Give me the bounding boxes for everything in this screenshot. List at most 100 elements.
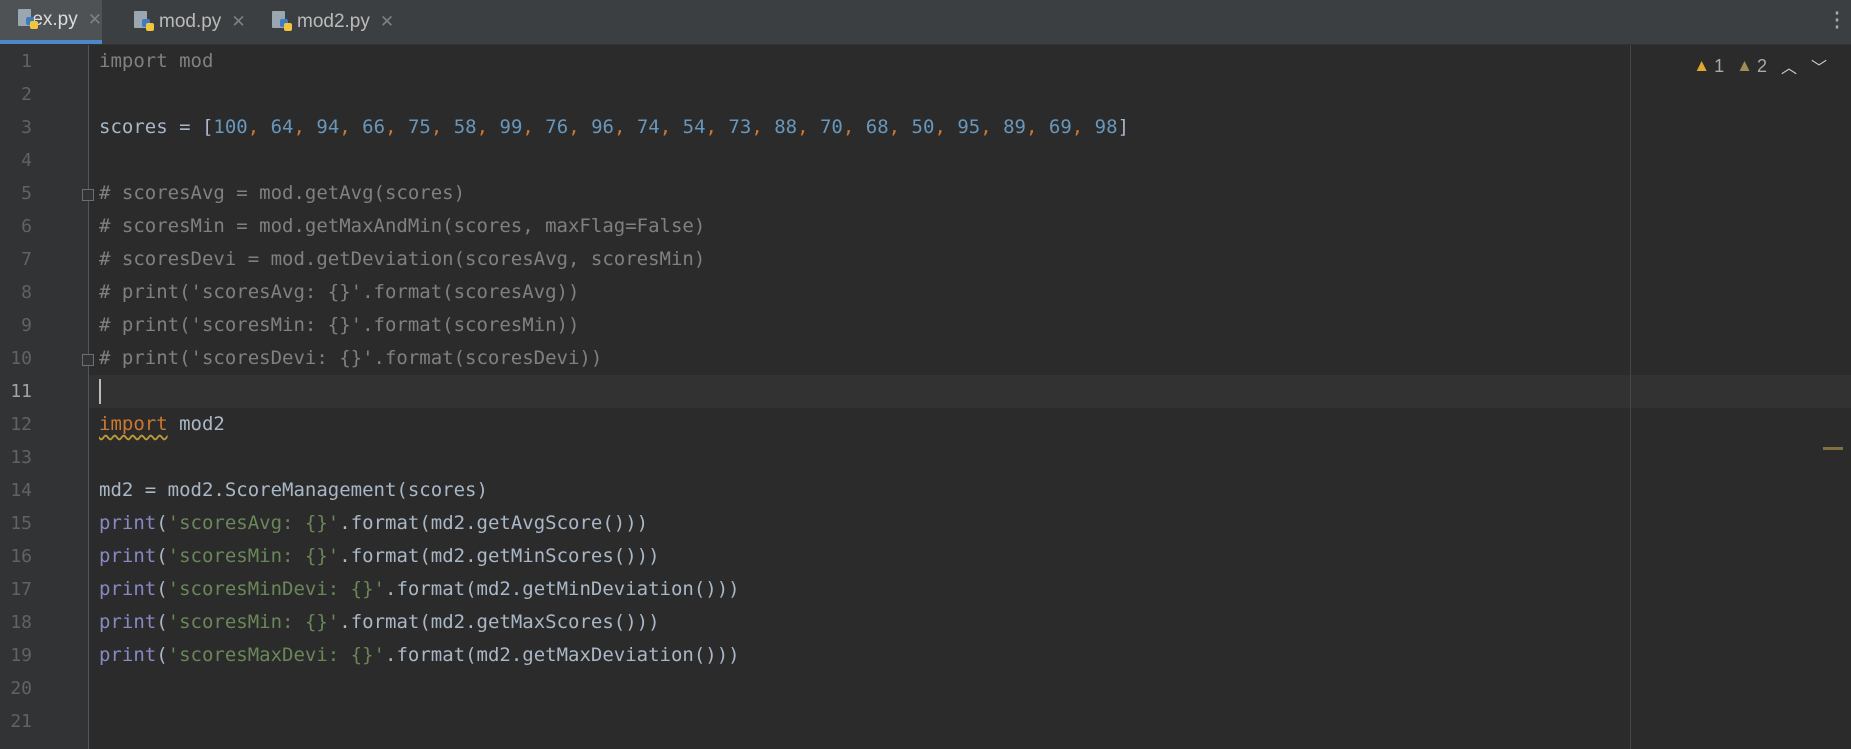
builtin-token: print	[99, 578, 157, 600]
code-line-9: # print('scoresMin: {}'.format(scoresMin…	[99, 314, 580, 336]
code-line-15: print('scoresAvg: {}'.format(md2.getAvgS…	[99, 507, 648, 540]
close-icon[interactable]: ✕	[88, 10, 102, 30]
builtin-token: print	[99, 611, 157, 633]
number-token: 96	[591, 116, 614, 138]
code-token: .format(md2.getMaxScores()))	[339, 611, 660, 633]
comma-token: ,	[522, 116, 546, 138]
tab-mod2-py[interactable]: mod2.py ✕	[254, 0, 404, 44]
comma-token: ,	[430, 116, 454, 138]
line-number: 9	[21, 315, 32, 336]
comma-token: ,	[980, 116, 1004, 138]
chevron-up-icon[interactable]: ︿	[1781, 54, 1797, 78]
comma-token: ,	[797, 116, 820, 138]
comma-token: ,	[476, 116, 500, 138]
comma-token: ,	[1026, 116, 1049, 138]
line-number: 20	[10, 678, 32, 699]
warning-count: 1	[1714, 55, 1725, 76]
comma-token: ,	[293, 116, 317, 138]
code-token: mod2	[167, 413, 225, 435]
scrollbar-warning-marker[interactable]	[1823, 447, 1843, 450]
code-token: ]	[1117, 116, 1130, 138]
number-token: 99	[499, 116, 523, 138]
line-number: 4	[21, 150, 32, 171]
number-token: 64	[270, 116, 294, 138]
code-editor[interactable]: import mod scores = [100, 64, 94, 66, 75…	[89, 45, 1851, 749]
code-line-17: print('scoresMinDevi: {}'.format(md2.get…	[99, 573, 740, 606]
code-token: (	[156, 611, 168, 633]
inspection-widget[interactable]: ▲ 1 ▲ 2 ︿ ﹀	[1693, 54, 1831, 78]
warning-icon[interactable]: ▲	[1693, 56, 1710, 76]
number-token: 66	[362, 116, 386, 138]
comma-token: ,	[751, 116, 775, 138]
weak-warning-icon[interactable]: ▲	[1736, 56, 1753, 76]
close-icon[interactable]: ✕	[231, 12, 245, 32]
right-margin-guide	[1630, 45, 1631, 749]
python-file-icon	[272, 11, 292, 33]
line-number: 16	[10, 546, 32, 567]
comma-token: ,	[339, 116, 363, 138]
number-token: 50	[911, 116, 935, 138]
code-line-7: # scoresDevi = mod.getDeviation(scoresAv…	[99, 248, 706, 270]
builtin-token: print	[99, 545, 157, 567]
close-icon[interactable]: ✕	[380, 12, 394, 32]
code-line-6: # scoresMin = mod.getMaxAndMin(scores, m…	[99, 215, 706, 237]
comma-token: ,	[705, 116, 729, 138]
current-line-highlight	[89, 375, 1851, 408]
comma-token: ,	[659, 116, 683, 138]
code-line-16: print('scoresMin: {}'.format(md2.getMinS…	[99, 540, 660, 573]
number-token: 76	[545, 116, 569, 138]
number-token: 89	[1003, 116, 1026, 138]
weak-warning-count: 2	[1756, 55, 1767, 76]
more-vertical-icon[interactable]: · · ·	[1831, 3, 1843, 37]
line-number: 2	[21, 84, 32, 105]
string-token: 'scoresMinDevi: {}'	[167, 578, 385, 600]
line-number: 18	[10, 612, 32, 633]
text-cursor	[99, 379, 101, 404]
code-token: .format(md2.getMinScores()))	[339, 545, 660, 567]
number-list: 100, 64, 94, 66, 75, 58, 99, 76, 96, 74,…	[213, 116, 1117, 138]
line-number: 5	[21, 183, 32, 204]
tab-label: ex.py	[32, 9, 78, 30]
line-number-gutter[interactable]: 1 2 3 4 5 6 7 8 9 10 11 12 13 14 15 16 1…	[0, 45, 94, 749]
comma-token: ,	[1071, 116, 1095, 138]
comma-token: ,	[613, 116, 637, 138]
line-number: 17	[10, 579, 32, 600]
tab-mod-py[interactable]: mod.py ✕	[116, 0, 246, 44]
number-token: 70	[819, 116, 843, 138]
number-token: 68	[865, 116, 889, 138]
code-line-5: # scoresAvg = mod.getAvg(scores)	[99, 182, 466, 204]
code-line-12: import mod2	[99, 408, 225, 441]
code-token: (	[156, 545, 168, 567]
chevron-down-icon[interactable]: ﹀	[1811, 54, 1827, 78]
code-token: .format(md2.getMaxDeviation()))	[385, 644, 740, 666]
python-file-icon	[18, 9, 38, 31]
tab-label: mod2.py	[297, 11, 370, 32]
comma-token: ,	[842, 116, 866, 138]
string-token: 'scoresMaxDevi: {}'	[167, 644, 385, 666]
line-number-current: 11	[10, 381, 32, 402]
comma-token: ,	[247, 116, 271, 138]
comma-token: ,	[385, 116, 408, 138]
number-token: 98	[1094, 116, 1118, 138]
line-number: 1	[21, 51, 32, 72]
builtin-token: print	[99, 644, 157, 666]
string-token: 'scoresMin: {}'	[167, 611, 340, 633]
code-token: (	[156, 512, 168, 534]
line-number: 6	[21, 216, 32, 237]
number-token: 73	[728, 116, 752, 138]
line-number: 3	[21, 117, 32, 138]
code-token: (	[156, 644, 168, 666]
number-token: 74	[636, 116, 660, 138]
line-number: 19	[10, 645, 32, 666]
string-token: 'scoresAvg: {}'	[167, 512, 340, 534]
code-line-3: scores = [100, 64, 94, 66, 75, 58, 99, 7…	[99, 111, 1129, 144]
code-line-1: import mod	[99, 50, 214, 72]
code-line-8: # print('scoresAvg: {}'.format(scoresAvg…	[99, 281, 580, 303]
number-token: 100	[213, 116, 248, 138]
comma-token: ,	[568, 116, 592, 138]
builtin-token: print	[99, 512, 157, 534]
line-number: 14	[10, 480, 32, 501]
tab-label: mod.py	[159, 11, 222, 32]
number-token: 95	[957, 116, 981, 138]
tab-ex-py[interactable]: ex.py ✕	[0, 0, 102, 44]
